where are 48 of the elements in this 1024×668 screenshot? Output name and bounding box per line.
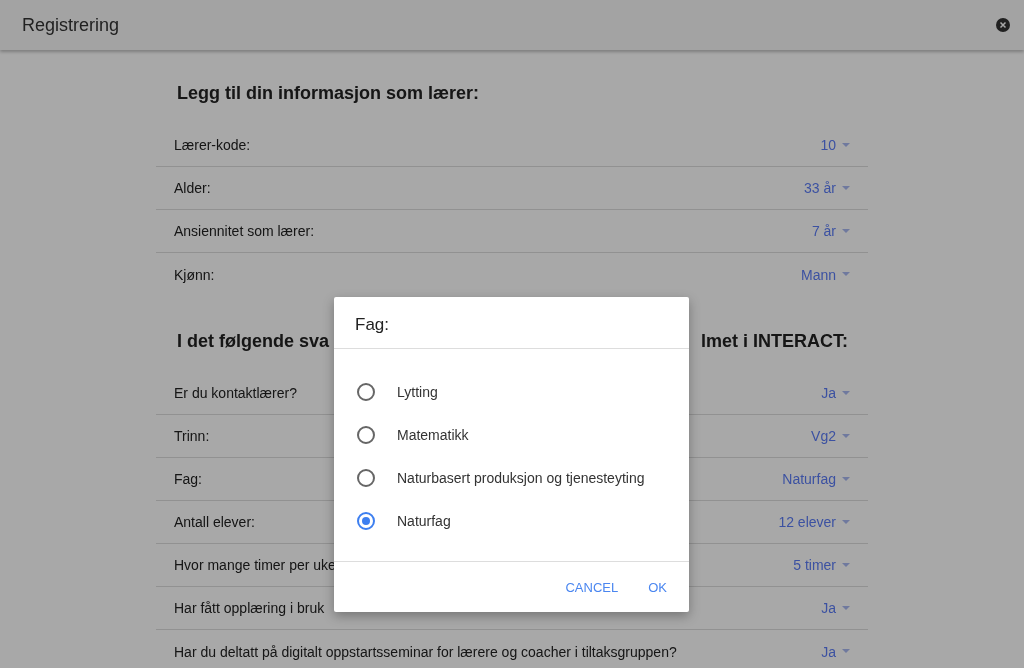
close-icon[interactable] bbox=[996, 18, 1010, 32]
value-dropdown[interactable]: 33 år bbox=[804, 180, 850, 196]
section-heading: Legg til din informasjon som lærer: bbox=[177, 82, 480, 105]
option-label[interactable]: Naturfag bbox=[397, 512, 451, 529]
caret-icon bbox=[842, 433, 850, 439]
field-label: Trinn: bbox=[174, 428, 210, 444]
radio-button[interactable] bbox=[357, 468, 375, 487]
radio-button[interactable] bbox=[357, 382, 375, 401]
value-dropdown[interactable]: 12 elever bbox=[778, 514, 850, 530]
radio-button[interactable] bbox=[357, 511, 375, 530]
option-label[interactable]: Lytting bbox=[397, 383, 438, 400]
dialog-title: Fag: bbox=[354, 314, 391, 336]
field-label: Er du kontaktlærer? bbox=[174, 385, 297, 401]
field-label: Antall elever: bbox=[174, 514, 255, 530]
value-dropdown[interactable]: Mann bbox=[800, 266, 850, 283]
value-dropdown[interactable]: 5 timer bbox=[793, 557, 850, 573]
value-dropdown[interactable]: Ja bbox=[821, 643, 850, 660]
value-dropdown[interactable]: Vg2 bbox=[811, 428, 850, 444]
caret-icon bbox=[842, 272, 850, 277]
radio-button[interactable] bbox=[357, 425, 375, 444]
window-title: Registrering bbox=[22, 14, 120, 36]
field-label: Fag: bbox=[174, 471, 202, 487]
value-dropdown[interactable]: Naturfag bbox=[782, 471, 850, 487]
caret-icon bbox=[842, 519, 850, 525]
dialog-button[interactable]: CANCEL bbox=[555, 571, 629, 603]
caret-icon bbox=[842, 562, 850, 568]
field-label: Har fått opplæring i bruk bbox=[174, 600, 325, 616]
field-label: Lærer-kode: bbox=[174, 137, 251, 153]
value-dropdown[interactable]: 7 år bbox=[811, 223, 850, 239]
option-label[interactable]: Matematikk bbox=[397, 426, 469, 443]
section-heading: lmet i INTERACT: bbox=[701, 330, 848, 353]
value-dropdown[interactable]: 10 bbox=[820, 137, 850, 153]
caret-icon bbox=[842, 142, 850, 148]
caret-icon bbox=[842, 185, 850, 191]
dialog-button[interactable]: OK bbox=[638, 571, 677, 603]
value-dropdown[interactable]: Ja bbox=[821, 600, 850, 616]
caret-icon bbox=[842, 649, 850, 654]
field-label: Kjønn: bbox=[174, 266, 215, 283]
caret-icon bbox=[842, 390, 850, 396]
caret-icon bbox=[842, 605, 850, 611]
field-label: Alder: bbox=[174, 180, 211, 196]
field-label: Har du deltatt på digitalt oppstartsseminar for lærere og coacher i tiltaksgruppen? bbox=[174, 643, 677, 660]
option-label[interactable]: Naturbasert produksjon og tjenesteyting bbox=[397, 469, 645, 486]
field-label: Ansiennitet som lærer: bbox=[174, 223, 315, 239]
caret-icon bbox=[842, 228, 850, 234]
value-dropdown[interactable]: Ja bbox=[821, 385, 850, 401]
caret-icon bbox=[842, 476, 850, 482]
section-heading: I det følgende sva bbox=[177, 330, 330, 353]
